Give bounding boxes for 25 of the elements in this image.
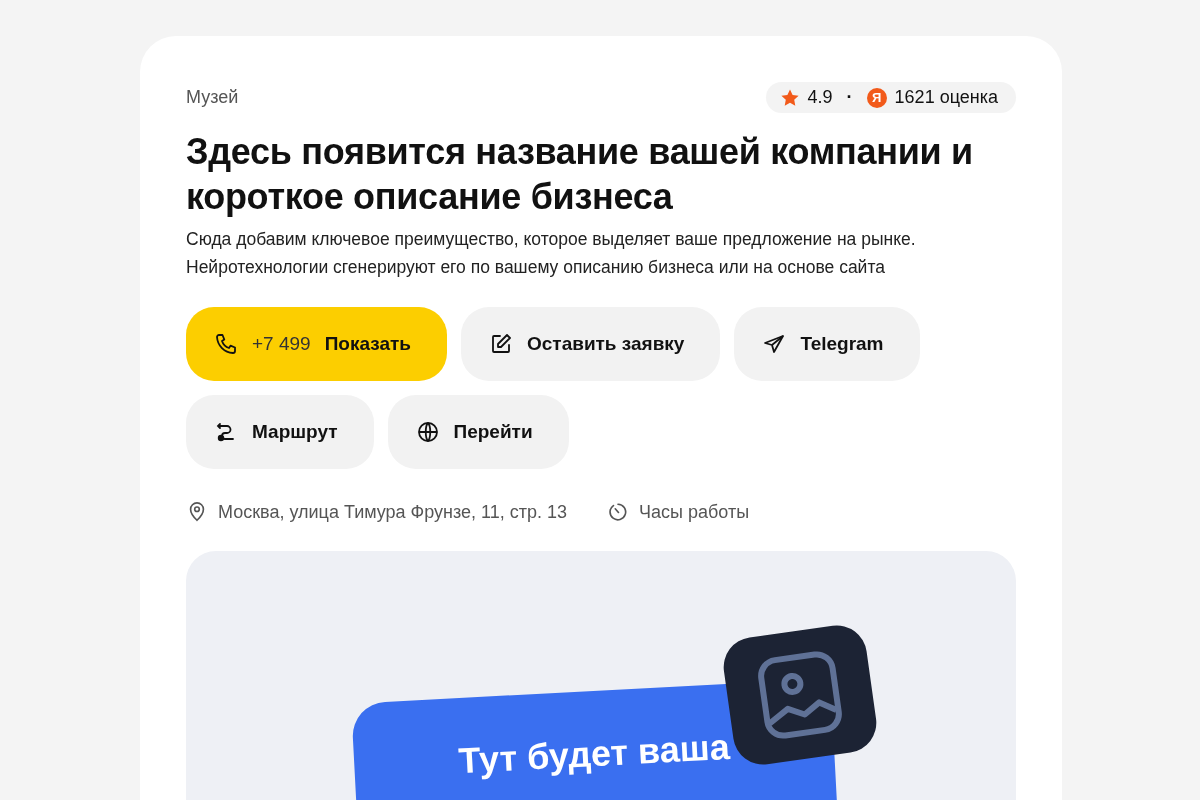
- source-logo: Я: [866, 87, 887, 108]
- telegram-button[interactable]: Telegram: [734, 307, 920, 381]
- address-text: Москва, улица Тимура Фрунзе, 11, стр. 13: [218, 501, 568, 523]
- hours-text[interactable]: Часы работы: [639, 501, 750, 523]
- company-title: Здесь появится название вашей компании и короткое описание бизнеса: [186, 130, 974, 219]
- phone-icon: [214, 332, 238, 356]
- separator-dot: ·: [846, 87, 853, 108]
- button-label: Маршрут: [252, 421, 338, 443]
- category-label: Музей: [186, 87, 239, 108]
- form-button[interactable]: Оставить заявку: [461, 307, 721, 381]
- button-label: Показать: [324, 333, 411, 355]
- reviews-count: 1621 оценка: [894, 87, 998, 108]
- description-text: Сюда добавим ключевое преимущество, которое выделяет ваше предложение на рынке. Нейротехнологии сгенерируют его по вашему описанию бизнеса или на основе сайта: [186, 228, 917, 279]
- paper-plane-icon: [762, 332, 787, 356]
- website-button[interactable]: Перейти: [387, 395, 569, 469]
- route-button[interactable]: Маршрут: [186, 395, 374, 469]
- button-label: Telegram: [800, 333, 884, 355]
- placeholder-caption: Тут будет ваша: [457, 726, 731, 784]
- button-label: Оставить заявку: [527, 333, 685, 355]
- phone-button[interactable]: +7 499 Показать: [186, 307, 447, 381]
- edit-icon: [489, 332, 513, 356]
- rating-score: 4.9: [807, 87, 833, 108]
- phone-number: +7 499: [252, 333, 311, 355]
- button-label: Перейти: [453, 421, 533, 443]
- globe-icon: [415, 420, 440, 444]
